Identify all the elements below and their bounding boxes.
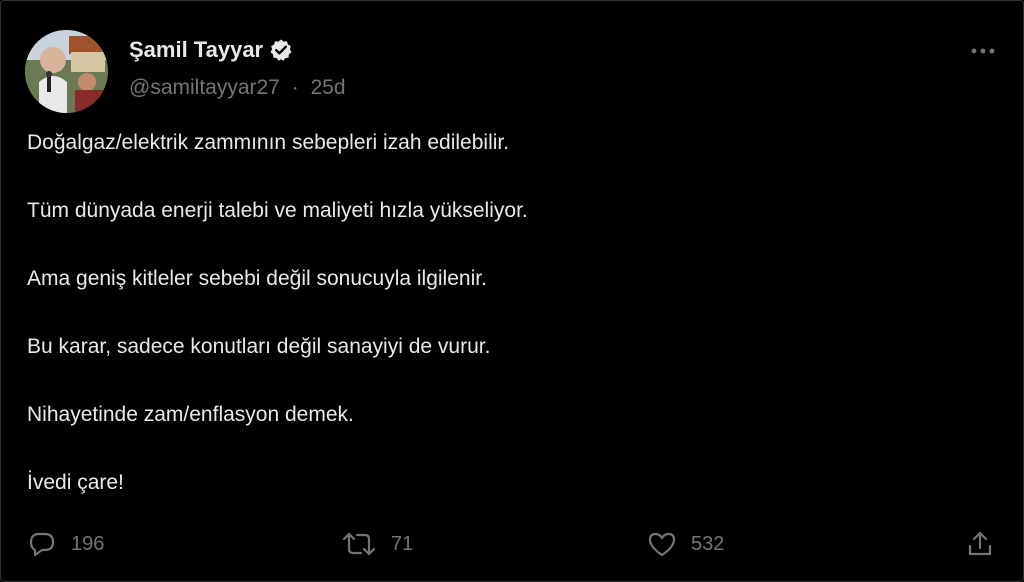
tweet-paragraph: Bu karar, sadece konutları değil sanayiy…	[27, 335, 491, 358]
share-icon	[968, 531, 992, 556]
more-horizontal-icon[interactable]	[968, 41, 998, 61]
tweet-timestamp[interactable]: 25d	[311, 76, 346, 100]
retweet-icon	[342, 532, 376, 556]
tweet-text: Doğalgaz/elektrik zammının sebepleri iza…	[27, 129, 987, 537]
reply-count: 196	[71, 532, 105, 555]
like-button[interactable]: 532	[647, 526, 724, 562]
avatar[interactable]	[25, 30, 108, 113]
share-button[interactable]	[965, 526, 995, 562]
meta-separator: ·	[291, 76, 299, 99]
tweet-paragraph: Doğalgaz/elektrik zammının sebepleri iza…	[27, 131, 510, 154]
reply-icon	[29, 532, 55, 557]
avatar-photo-icon	[25, 30, 108, 113]
retweet-button[interactable]: 71	[341, 526, 413, 562]
tweet-paragraph: İvedi çare!	[27, 471, 124, 494]
author-meta-row: @samiltayyar27 · 25d	[129, 76, 346, 100]
author-display-name[interactable]: Şamil Tayyar	[129, 37, 263, 63]
tweet-card: Şamil Tayyar @samiltayyar27 · 25d Doğalg…	[0, 0, 1024, 582]
retweet-count: 71	[391, 532, 414, 555]
tweet-paragraph: Tüm dünyada enerji talebi ve maliyeti hı…	[27, 199, 528, 222]
like-count: 532	[691, 532, 725, 555]
author-handle[interactable]: @samiltayyar27	[129, 76, 280, 100]
tweet-actions: 196 71 532	[1, 526, 1024, 562]
tweet-paragraph: Nihayetinde zam/enflasyon demek.	[27, 403, 354, 426]
reply-button[interactable]: 196	[27, 526, 104, 562]
author-name-row[interactable]: Şamil Tayyar	[129, 37, 293, 63]
tweet-paragraph: Ama geniş kitleler sebebi değil sonucuyl…	[27, 267, 487, 290]
verified-badge-icon	[270, 39, 292, 61]
heart-icon	[648, 532, 676, 557]
